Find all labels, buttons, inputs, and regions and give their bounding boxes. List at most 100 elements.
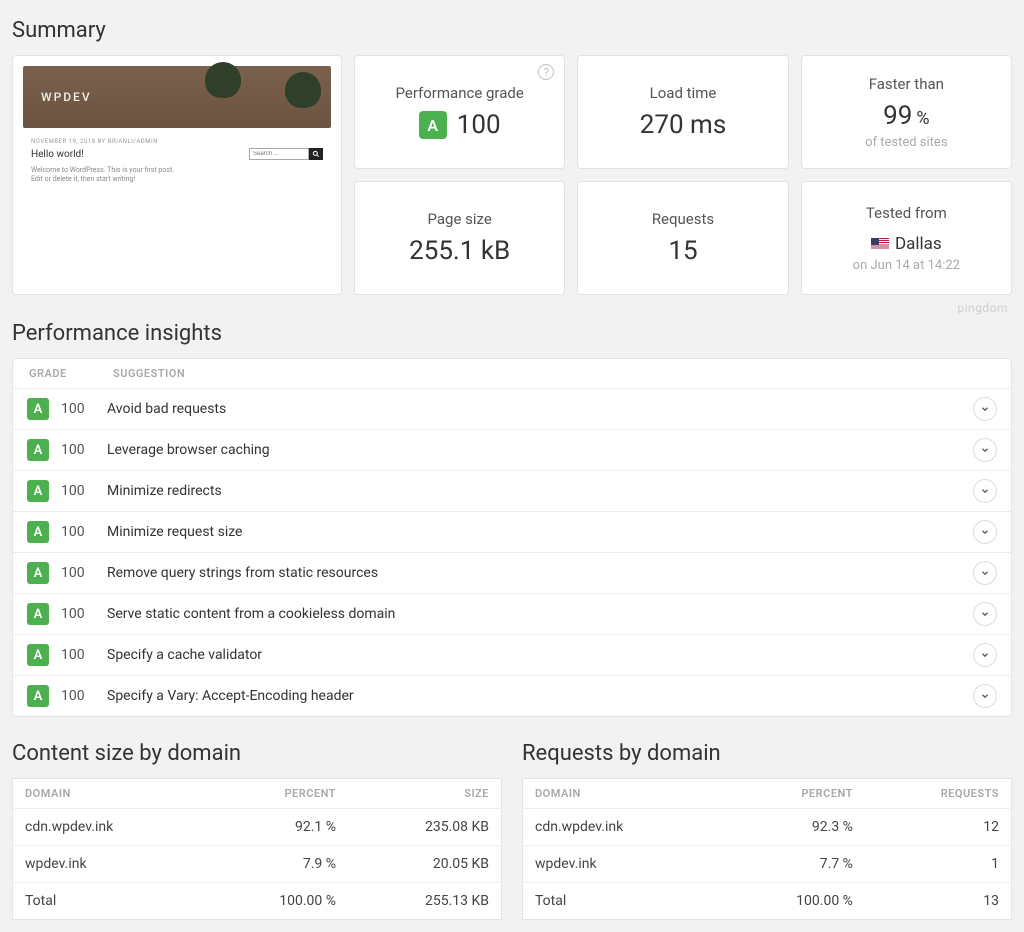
metric-load-time: Load time 270 ms: [577, 55, 788, 169]
insight-suggestion: Specify a cache validator: [107, 647, 973, 663]
th-domain: DOMAIN: [523, 779, 723, 809]
content-size-title: Content size by domain: [12, 741, 502, 766]
table-row: cdn.wpdev.ink92.3 %12: [523, 809, 1012, 846]
grade-badge: A: [419, 111, 447, 139]
insight-score: 100: [49, 401, 107, 417]
insight-row[interactable]: A100Serve static content from a cookiele…: [13, 594, 1011, 635]
insights-title: Performance insights: [12, 321, 1012, 346]
cell-domain: Total: [13, 883, 208, 920]
preview-excerpt: Welcome to WordPress. This is your first…: [31, 166, 181, 184]
insight-row[interactable]: A100Specify a cache validator: [13, 635, 1011, 676]
metric-value: 270 ms: [640, 110, 727, 140]
chevron-down-icon[interactable]: [973, 602, 997, 626]
tested-location: Dallas: [895, 234, 942, 254]
cell-requests: 12: [865, 809, 1012, 846]
requests-by-domain-title: Requests by domain: [522, 741, 1012, 766]
table-row: wpdev.ink7.7 %1: [523, 846, 1012, 883]
preview-site-title: WPDEV: [41, 90, 92, 104]
metric-label: Performance grade: [396, 84, 524, 102]
metric-value: 99: [883, 101, 912, 131]
cell-size: 20.05 KB: [348, 846, 502, 883]
grade-badge: A: [27, 644, 49, 666]
metric-tested-from: Tested from Dallas on Jun 14 at 14:22: [801, 181, 1012, 295]
insight-row[interactable]: A100Minimize request size: [13, 512, 1011, 553]
chevron-down-icon[interactable]: [973, 397, 997, 421]
metric-page-size: Page size 255.1 kB: [354, 181, 565, 295]
metric-label: Requests: [652, 210, 714, 228]
chevron-down-icon[interactable]: [973, 520, 997, 544]
insights-table: GRADE SUGGESTION A100Avoid bad requestsA…: [12, 358, 1012, 717]
insight-suggestion: Serve static content from a cookieless d…: [107, 606, 973, 622]
metric-performance-grade: ? Performance grade A 100: [354, 55, 565, 169]
plant-decor-icon: [285, 72, 321, 108]
cell-size: 255.13 KB: [348, 883, 502, 920]
th-domain: DOMAIN: [13, 779, 208, 809]
chevron-down-icon[interactable]: [973, 479, 997, 503]
summary-title: Summary: [12, 18, 1012, 43]
cell-domain: wpdev.ink: [523, 846, 723, 883]
cell-domain: wpdev.ink: [13, 846, 208, 883]
plant-decor-icon: [205, 62, 241, 98]
cell-percent: 100.00 %: [722, 883, 865, 920]
metric-value: 255.1 kB: [409, 236, 510, 266]
grade-badge: A: [27, 439, 49, 461]
table-row: wpdev.ink7.9 %20.05 KB: [13, 846, 502, 883]
cell-domain: cdn.wpdev.ink: [13, 809, 208, 846]
metric-label: Load time: [650, 84, 717, 102]
help-icon[interactable]: ?: [538, 64, 554, 80]
chevron-down-icon[interactable]: [973, 684, 997, 708]
cell-percent: 7.7 %: [722, 846, 865, 883]
table-row: Total100.00 %13: [523, 883, 1012, 920]
insight-score: 100: [49, 442, 107, 458]
insight-score: 100: [49, 524, 107, 540]
chevron-down-icon[interactable]: [973, 561, 997, 585]
preview-banner: WPDEV: [23, 66, 331, 128]
insight-suggestion: Leverage browser caching: [107, 442, 973, 458]
chevron-down-icon[interactable]: [973, 643, 997, 667]
cell-percent: 92.3 %: [722, 809, 865, 846]
insight-suggestion: Specify a Vary: Accept-Encoding header: [107, 688, 973, 704]
cell-percent: 7.9 %: [208, 846, 348, 883]
th-percent: PERCENT: [722, 779, 865, 809]
cell-domain: Total: [523, 883, 723, 920]
insight-suggestion: Avoid bad requests: [107, 401, 973, 417]
cell-requests: 1: [865, 846, 1012, 883]
table-row: cdn.wpdev.ink92.1 %235.08 KB: [13, 809, 502, 846]
search-icon[interactable]: [309, 148, 323, 160]
tested-timestamp: on Jun 14 at 14:22: [853, 258, 960, 273]
insight-row[interactable]: A100Minimize redirects: [13, 471, 1011, 512]
insight-row[interactable]: A100Leverage browser caching: [13, 430, 1011, 471]
grade-badge: A: [27, 521, 49, 543]
metric-label: Tested from: [866, 204, 947, 222]
grade-badge: A: [27, 685, 49, 707]
cell-percent: 100.00 %: [208, 883, 348, 920]
preview-post-meta: NOVEMBER 19, 2018 BY BRIANLI/ADMIN: [31, 138, 323, 145]
cell-size: 235.08 KB: [348, 809, 502, 846]
insight-row[interactable]: A100Remove query strings from static res…: [13, 553, 1011, 594]
insight-row[interactable]: A100Avoid bad requests: [13, 389, 1011, 430]
chevron-down-icon[interactable]: [973, 438, 997, 462]
metric-sublabel: of tested sites: [865, 135, 947, 150]
pingdom-watermark: pingdom: [12, 301, 1008, 315]
cell-domain: cdn.wpdev.ink: [523, 809, 723, 846]
site-preview-card: WPDEV NOVEMBER 19, 2018 BY BRIANLI/ADMIN…: [12, 55, 342, 295]
insight-suggestion: Minimize redirects: [107, 483, 973, 499]
metric-requests: Requests 15: [577, 181, 788, 295]
insight-row[interactable]: A100Specify a Vary: Accept-Encoding head…: [13, 676, 1011, 716]
grade-badge: A: [27, 603, 49, 625]
preview-search-input[interactable]: [249, 148, 309, 160]
table-row: Total100.00 %255.13 KB: [13, 883, 502, 920]
metric-value: 100: [457, 110, 501, 140]
metric-value: 15: [668, 236, 697, 266]
preview-search: [249, 148, 323, 160]
content-size-table: DOMAIN PERCENT SIZE cdn.wpdev.ink92.1 %2…: [12, 778, 502, 920]
metric-label: Page size: [428, 210, 492, 228]
cell-requests: 13: [865, 883, 1012, 920]
insight-score: 100: [49, 688, 107, 704]
metric-faster-than: Faster than 99 % of tested sites: [801, 55, 1012, 169]
grade-badge: A: [27, 398, 49, 420]
th-percent: PERCENT: [208, 779, 348, 809]
insights-header-suggestion: SUGGESTION: [113, 367, 185, 380]
insight-suggestion: Minimize request size: [107, 524, 973, 540]
metric-unit: %: [916, 108, 929, 129]
